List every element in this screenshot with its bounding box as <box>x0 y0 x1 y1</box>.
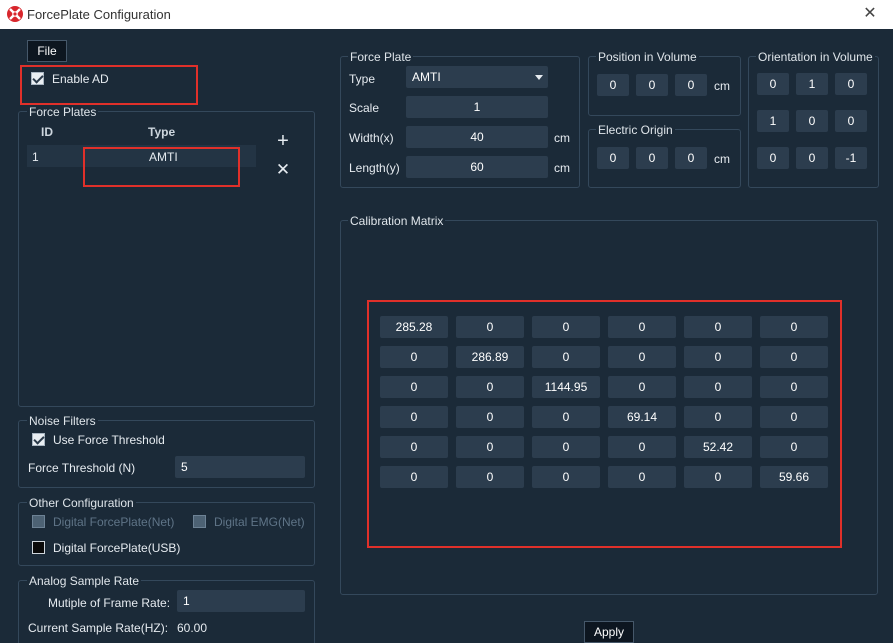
electric-origin-unit: cm <box>714 152 730 166</box>
other-config-group <box>18 502 315 566</box>
file-menu-button[interactable]: File <box>27 40 67 62</box>
type-select-value: AMTI <box>412 70 441 84</box>
length-input[interactable]: 60 <box>406 156 548 178</box>
multiple-of-frame-rate-label: Mutiple of Frame Rate: <box>48 596 171 610</box>
column-header-id: ID <box>41 125 53 139</box>
orientation-cell[interactable]: 0 <box>757 73 789 95</box>
type-label: Type <box>349 72 376 86</box>
digital-emg-net-label: Digital EMG(Net) <box>214 515 305 529</box>
orientation-cell[interactable]: 0 <box>796 110 828 132</box>
column-header-type: Type <box>148 125 176 139</box>
apply-button[interactable]: Apply <box>584 621 634 643</box>
digital-forceplate-usb-label: Digital ForcePlate(USB) <box>53 541 181 555</box>
window-title: ForcePlate Configuration <box>27 7 171 22</box>
electric-origin-title: Electric Origin <box>596 123 675 137</box>
enable-ad-highlight <box>20 65 198 105</box>
row-id: 1 <box>32 150 39 164</box>
current-sample-rate-label: Current Sample Rate(HZ): <box>28 621 169 635</box>
force-plates-title: Force Plates <box>27 105 99 119</box>
other-config-title: Other Configuration <box>27 496 136 510</box>
close-icon[interactable]: ✕ <box>859 3 881 25</box>
width-unit: cm <box>554 131 570 145</box>
orientation-cell[interactable]: 0 <box>835 73 867 95</box>
position-x-input[interactable]: 0 <box>597 74 629 96</box>
app-logo-icon <box>7 6 23 22</box>
orientation-title: Orientation in Volume <box>756 50 875 64</box>
length-label: Length(y) <box>349 161 400 175</box>
calibration-matrix-title: Calibration Matrix <box>348 214 446 228</box>
noise-filters-title: Noise Filters <box>27 414 98 428</box>
position-unit: cm <box>714 79 730 93</box>
position-y-input[interactable]: 0 <box>636 74 668 96</box>
orientation-cell[interactable]: 0 <box>796 147 828 169</box>
position-z-input[interactable]: 0 <box>675 74 707 96</box>
width-label: Width(x) <box>349 131 394 145</box>
length-unit: cm <box>554 161 570 175</box>
use-force-threshold-checkbox[interactable] <box>32 433 45 446</box>
electric-origin-y-input[interactable]: 0 <box>636 147 668 169</box>
orientation-cell[interactable]: 0 <box>835 110 867 132</box>
position-title: Position in Volume <box>596 50 699 64</box>
scale-input[interactable]: 1 <box>406 96 548 118</box>
current-sample-rate-value: 60.00 <box>177 621 208 635</box>
digital-forceplate-net-checkbox[interactable] <box>32 515 45 528</box>
force-plate-title: Force Plate <box>348 50 414 64</box>
orientation-cell[interactable]: 1 <box>757 110 789 132</box>
electric-origin-z-input[interactable]: 0 <box>675 147 707 169</box>
digital-forceplate-usb-checkbox[interactable] <box>32 541 45 554</box>
calibration-matrix-highlight <box>367 300 842 548</box>
remove-plate-icon[interactable]: ✕ <box>272 159 294 181</box>
multiple-of-frame-rate-input[interactable]: 1 <box>177 590 305 612</box>
scale-label: Scale <box>349 101 380 115</box>
electric-origin-x-input[interactable]: 0 <box>597 147 629 169</box>
title-bar: ForcePlate Configuration ✕ <box>0 0 893 29</box>
width-input[interactable]: 40 <box>406 126 548 148</box>
orientation-cell[interactable]: 1 <box>796 73 828 95</box>
digital-forceplate-net-label: Digital ForcePlate(Net) <box>53 515 175 529</box>
type-cell-highlight <box>83 147 240 187</box>
use-force-threshold-label: Use Force Threshold <box>53 433 165 447</box>
chevron-down-icon <box>535 75 543 80</box>
orientation-cell[interactable]: -1 <box>835 147 867 169</box>
force-threshold-input[interactable]: 5 <box>175 456 305 478</box>
analog-sample-rate-title: Analog Sample Rate <box>27 574 142 588</box>
type-select[interactable]: AMTI <box>406 66 548 88</box>
force-threshold-label: Force Threshold (N) <box>28 461 136 475</box>
digital-emg-net-checkbox[interactable] <box>193 515 206 528</box>
orientation-cell[interactable]: 0 <box>757 147 789 169</box>
add-plate-icon[interactable]: + <box>272 129 294 153</box>
